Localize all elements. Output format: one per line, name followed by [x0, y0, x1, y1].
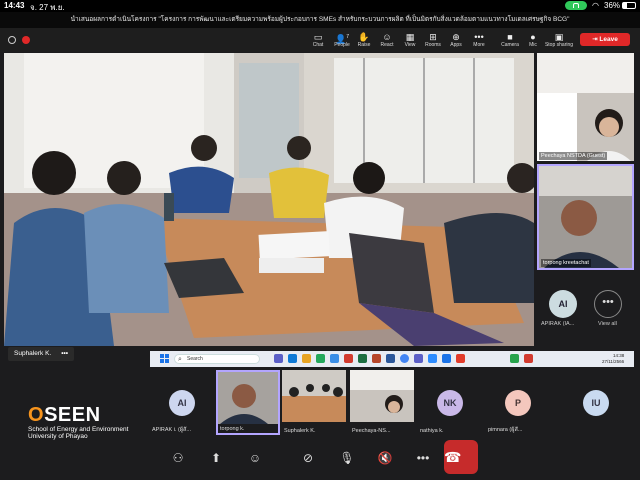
app-icon[interactable] — [524, 354, 533, 363]
app-icon[interactable] — [442, 354, 451, 363]
active-speaker-label[interactable]: Suphalerk K. ••• — [8, 347, 75, 361]
shared-taskbar: Search 14:3827/11/2566 — [150, 351, 634, 367]
gallery-tile[interactable]: NK nathiya k. — [418, 370, 482, 435]
status-time: 14:43 — [4, 1, 25, 10]
participant-avatar: AI — [169, 390, 195, 416]
reactions-icon[interactable]: ☺ — [243, 446, 267, 470]
logo-wordmark: OSEEN — [28, 404, 101, 426]
mic-button[interactable]: ● Mic — [521, 32, 545, 48]
react-icon: ☺ — [382, 32, 392, 42]
view-icon: ▦ — [405, 32, 415, 42]
more-button[interactable]: ••• More — [467, 32, 491, 48]
logo-university-name: University of Phayao — [28, 433, 88, 440]
participant-avatar: IU — [583, 390, 609, 416]
participant-video-tile-active[interactable]: torpong kreetachat — [537, 164, 634, 270]
gallery-tile[interactable]: AI APIRAK i. (ผู้สั... — [150, 370, 214, 435]
share-icon: ▣ — [554, 32, 564, 42]
end-call-icon[interactable]: ☎ — [444, 440, 478, 474]
app-icon[interactable] — [330, 354, 339, 363]
more-icon[interactable]: ••• — [411, 446, 435, 470]
mic-off-icon[interactable]: 🎙 — [335, 446, 359, 470]
apps-button[interactable]: ⊕ Apps — [444, 32, 468, 48]
app-icon[interactable] — [344, 354, 353, 363]
status-bar: 14:43 จ. 27 พ.ย. ◠ 36% — [0, 0, 640, 12]
participant-avatar: NK — [437, 390, 463, 416]
react-button[interactable]: ☺ React — [375, 32, 399, 48]
stop-sharing-button[interactable]: ▣ Stop sharing — [544, 32, 574, 48]
apps-icon: ⊕ — [452, 32, 460, 42]
gallery-tile[interactable]: Peechaya-NS... — [350, 370, 414, 435]
participant-video — [350, 370, 414, 422]
mic-icon: ● — [530, 32, 536, 42]
rooms-button[interactable]: ⊞ Rooms — [421, 32, 445, 48]
chat-button[interactable]: ▭ Chat — [306, 32, 330, 48]
participant-avatar[interactable]: AI — [549, 290, 577, 318]
gallery-tile[interactable]: Suphalerk K. — [282, 370, 346, 435]
app-icon[interactable] — [456, 354, 465, 363]
rooms-icon: ⊞ — [429, 32, 437, 42]
participant-video — [537, 53, 634, 161]
app-icon[interactable] — [274, 354, 283, 363]
participant-name: Suphalerk K. — [282, 427, 346, 435]
participant-video — [539, 166, 632, 268]
participants-icon[interactable]: ⚇ — [166, 446, 190, 470]
app-icon[interactable] — [316, 354, 325, 363]
security-icon[interactable] — [8, 36, 16, 44]
powerpoint-icon[interactable] — [372, 354, 381, 363]
video-off-icon[interactable]: ⊘ — [296, 446, 320, 470]
participant-video — [218, 372, 278, 424]
participant-name: APIRAK (IA... — [541, 321, 575, 327]
share-screen-icon[interactable]: ⬆ — [204, 446, 228, 470]
raise-hand-icon: ✋ — [358, 32, 370, 42]
participant-name: Peechaya-NS... — [350, 427, 414, 435]
battery-percent: 36% — [604, 1, 621, 10]
camera-icon: ■ — [507, 32, 513, 42]
logo-school-name: School of Energy and Environment — [28, 426, 129, 433]
app-icon[interactable] — [288, 354, 297, 363]
taskbar-clock[interactable]: 14:38 27/11/2566 — [602, 353, 624, 365]
main-video[interactable] — [4, 53, 534, 346]
windows-start-icon[interactable] — [160, 354, 169, 363]
leave-button[interactable]: ⇥ Leave — [580, 33, 630, 46]
chat-icon: ▭ — [313, 32, 323, 42]
participant-video-tile[interactable]: Peechaya NSTDA (Guest) — [537, 53, 634, 161]
excel-icon[interactable] — [358, 354, 367, 363]
wifi-icon: ◠ — [592, 1, 599, 10]
meeting-toolbar: ▭ Chat 👤7 People ✋ Raise ☺ React ▦ View ⊞ Room… — [0, 28, 640, 52]
app-icon[interactable] — [510, 354, 519, 363]
view-all-label: View all — [598, 321, 617, 327]
zoom-icon[interactable] — [428, 354, 437, 363]
word-icon[interactable] — [386, 354, 395, 363]
participant-name: nathiya k. — [420, 428, 444, 434]
speaker-menu-icon[interactable]: ••• — [61, 350, 68, 357]
battery-icon — [622, 2, 636, 9]
participant-name: Peechaya NSTDA (Guest) — [539, 152, 608, 160]
teams-icon[interactable] — [414, 354, 423, 363]
view-all-button[interactable]: ••• — [594, 290, 622, 318]
record-icon[interactable] — [22, 36, 30, 44]
speaker-off-icon[interactable]: 🔇 — [373, 446, 397, 470]
people-button[interactable]: 👤7 People — [330, 32, 354, 48]
meeting-title: นำเสนอผลการดำเนินโครงการ "โครงการ การพัฒ… — [0, 12, 640, 28]
call-indicator-icon[interactable] — [565, 1, 587, 10]
participant-name: pimnara (ผู้สั... — [488, 427, 523, 433]
participant-avatar: P — [505, 390, 531, 416]
raise-button[interactable]: ✋ Raise — [352, 32, 376, 48]
people-icon: 👤7 — [335, 34, 349, 44]
meeting-room-scene — [4, 53, 534, 346]
gallery-tile-active[interactable]: torpong k. — [216, 370, 280, 435]
folder-icon[interactable] — [302, 354, 311, 363]
participant-name: torpong kreetachat — [541, 259, 591, 267]
camera-button[interactable]: ■ Camera — [498, 32, 522, 48]
school-logo: OSEEN School of Energy and Environment U… — [28, 405, 128, 440]
view-button[interactable]: ▦ View — [398, 32, 422, 48]
gallery-tile[interactable]: P pimnara (ผู้สั... — [486, 370, 550, 435]
participant-video — [282, 370, 346, 422]
taskbar-search-input[interactable]: Search — [174, 354, 260, 364]
participant-name: torpong k. — [218, 425, 278, 433]
participant-name: APIRAK i. (ผู้สั... — [152, 427, 191, 433]
gallery-tile[interactable]: IU — [564, 370, 628, 435]
more-icon: ••• — [474, 32, 484, 42]
chrome-icon[interactable] — [400, 354, 409, 363]
